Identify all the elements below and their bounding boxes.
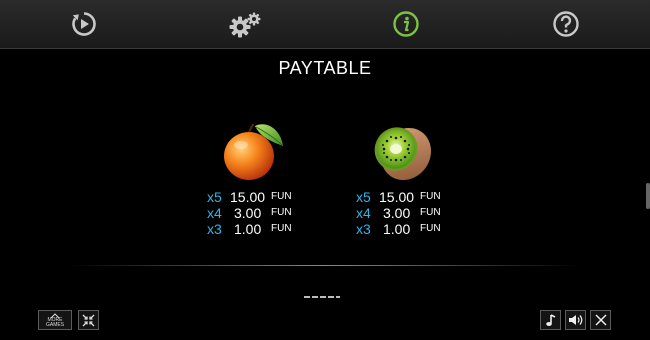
currency: FUN [271, 207, 292, 218]
sound-button[interactable] [565, 310, 586, 330]
payout-amount: 3.00 [234, 205, 262, 221]
payout-amount: 1.00 [383, 221, 411, 237]
orange-fruit-icon [224, 123, 283, 180]
payout-amount: 3.00 [383, 205, 411, 221]
payout-amount: 1.00 [234, 221, 262, 237]
info-button[interactable] [390, 8, 422, 40]
help-question-icon [553, 11, 579, 37]
currency: FUN [271, 223, 292, 234]
replay-icon [72, 12, 96, 36]
settings-gear-icon [229, 12, 261, 38]
multiplier: x3 [207, 221, 222, 237]
close-icon [594, 314, 607, 326]
help-button[interactable] [550, 8, 582, 40]
divider [70, 265, 580, 266]
multiplier: x4 [356, 205, 371, 221]
top-toolbar [0, 0, 650, 49]
currency: FUN [420, 223, 441, 234]
collapse-arrows-icon [82, 314, 95, 326]
page-indicator[interactable] [304, 296, 340, 298]
multiplier: x5 [356, 189, 371, 205]
fullscreen-toggle-button[interactable] [78, 310, 99, 330]
music-note-icon [545, 314, 555, 326]
payout-amount: 15.00 [230, 189, 266, 205]
currency: FUN [420, 207, 441, 218]
settings-button[interactable] [228, 8, 264, 40]
currency: FUN [420, 191, 441, 202]
music-button[interactable] [540, 310, 561, 330]
payout-amount: 15.00 [379, 189, 415, 205]
scrollbar[interactable] [646, 183, 650, 209]
multiplier: x4 [207, 205, 222, 221]
close-button[interactable] [590, 310, 611, 330]
info-icon [393, 11, 419, 37]
multiplier: x3 [356, 221, 371, 237]
multiplier: x5 [207, 189, 222, 205]
more-games-label-line2: GAMES [45, 321, 65, 328]
speaker-icon [568, 315, 582, 325]
paytable-title: PAYTABLE [278, 58, 372, 78]
currency: FUN [271, 191, 292, 202]
more-games-button[interactable]: MORE GAMES [38, 310, 72, 330]
replay-button[interactable] [68, 8, 100, 40]
kiwi-fruit-icon [374, 127, 432, 181]
